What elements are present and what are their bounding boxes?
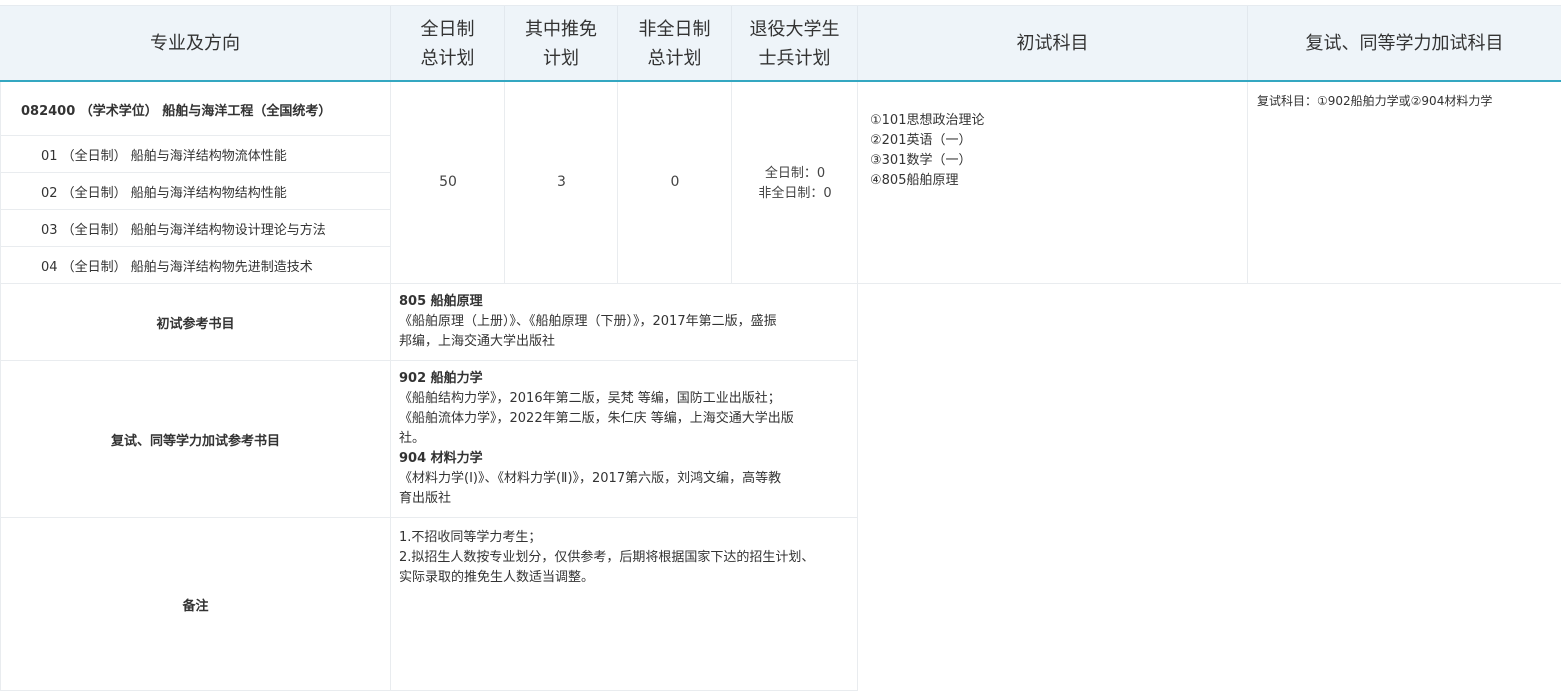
divider: [0, 517, 858, 518]
divider: [0, 360, 858, 361]
direction-item: 03 （全日制） 船舶与海洋结构物设计理论与方法: [41, 223, 326, 238]
notes-label: 备注: [182, 599, 209, 614]
divider: [857, 82, 858, 690]
divider: [0, 246, 391, 247]
program-title: 082400 （学术学位） 船舶与海洋工程（全国统考）: [21, 104, 332, 119]
divider: [617, 82, 618, 283]
header-part-time-plan: 非全日制 总计划: [618, 6, 732, 81]
notes-content: 1.不招收同等学力考生； 2.拟招生人数按专业划分，仅供参考，后期将根据国家下达…: [399, 530, 815, 585]
divider: [504, 82, 505, 283]
header-major: 专业及方向: [0, 6, 391, 81]
retest-subjects-text: 复试科目：①902船舶力学或②904材料力学: [1257, 94, 1493, 108]
direction-item: 02 （全日制） 船舶与海洋结构物结构性能: [41, 186, 287, 201]
header-exempt-plan: 其中推免 计划: [505, 6, 618, 81]
veteran-plan-value: 全日制：0 非全日制：0: [758, 166, 832, 201]
header-initial-subjects: 初试科目: [858, 6, 1248, 81]
initial-books-content: 805 船舶原理 《船舶原理（上册）》、《船舶原理（下册）》，2017年第二版，…: [399, 294, 777, 349]
header-retest-subjects: 复试、同等学力加试科目: [1248, 6, 1561, 81]
divider: [0, 209, 391, 210]
part-time-plan-value: 0: [670, 174, 680, 190]
header-total-plan: 全日制 总计划: [391, 6, 505, 81]
header-underline: [0, 80, 1561, 82]
direction-item: 01 （全日制） 船舶与海洋结构物流体性能: [41, 149, 287, 164]
divider: [1247, 82, 1248, 283]
direction-item: 04 （全日制） 船舶与海洋结构物先进制造技术: [41, 260, 313, 275]
divider: [0, 690, 858, 691]
divider: [0, 283, 1561, 284]
retest-books-content: 902 船舶力学 《船舶结构力学》，2016年第二版，吴梵 等编，国防工业出版社…: [399, 371, 794, 506]
retest-books-label: 复试、同等学力加试参考书目: [110, 434, 280, 449]
total-plan-value: 50: [439, 174, 457, 190]
admission-table: 专业及方向 全日制 总计划 其中推免 计划 非全日制 总计划 退役大学生 士兵计划 初试…: [0, 0, 1561, 697]
exempt-plan-value: 3: [557, 174, 566, 190]
initial-books-label: 初试参考书目: [156, 317, 235, 332]
divider: [0, 135, 391, 136]
initial-subjects-list: ①101思想政治理论 ②201英语（一） ③301数学（一） ④805船舶原理: [870, 113, 985, 188]
divider: [0, 172, 391, 173]
divider: [731, 82, 732, 283]
header-veteran-plan: 退役大学生 士兵计划: [732, 6, 858, 81]
